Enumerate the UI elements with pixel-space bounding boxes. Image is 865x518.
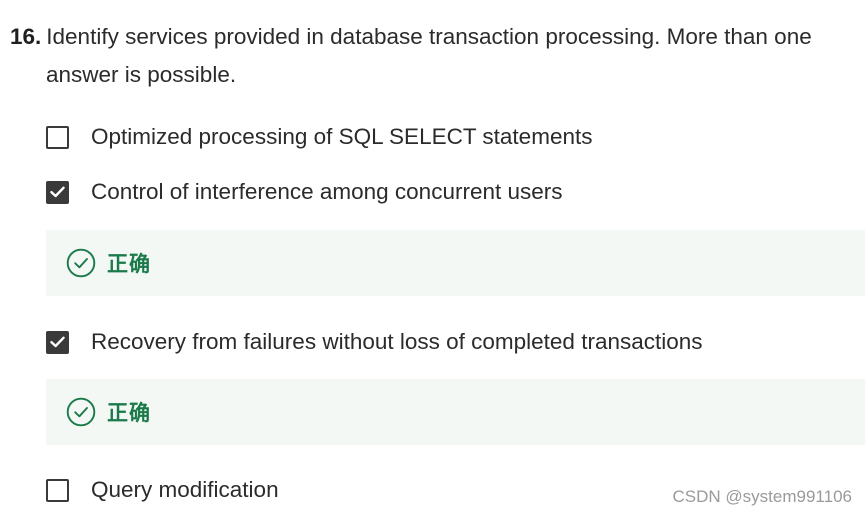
checkbox-checked[interactable] xyxy=(46,180,69,204)
feedback-correct: 正确 xyxy=(46,379,865,445)
feedback-correct: 正确 xyxy=(46,230,865,296)
option-3[interactable]: Recovery from failures without loss of c… xyxy=(46,327,703,357)
check-circle-icon xyxy=(66,248,96,278)
option-1[interactable]: Optimized processing of SQL SELECT state… xyxy=(46,122,592,152)
question-text-1: Identify services provided in database t… xyxy=(46,24,812,49)
question-line-1: 16. Identify services provided in databas… xyxy=(10,18,850,56)
option-label: Recovery from failures without loss of c… xyxy=(91,329,703,354)
checkbox-unchecked[interactable] xyxy=(46,478,69,502)
check-circle-icon xyxy=(66,397,96,427)
check-icon xyxy=(50,336,65,348)
option-label: Control of interference among concurrent… xyxy=(91,179,563,204)
option-4[interactable]: Query modification xyxy=(46,475,279,505)
check-icon xyxy=(50,186,65,198)
option-2[interactable]: Control of interference among concurrent… xyxy=(46,177,563,207)
watermark: CSDN @system991106 xyxy=(672,487,852,506)
feedback-label: 正确 xyxy=(107,253,151,276)
checkbox-unchecked[interactable] xyxy=(46,125,69,149)
question-number: 16. xyxy=(10,24,42,49)
feedback-label: 正确 xyxy=(107,402,151,425)
question: 16. Identify services provided in databas… xyxy=(10,18,850,94)
option-label: Query modification xyxy=(91,477,279,502)
checkbox-checked[interactable] xyxy=(46,330,69,354)
question-line-2: answer is possible. xyxy=(46,62,237,87)
option-label: Optimized processing of SQL SELECT state… xyxy=(91,124,593,149)
